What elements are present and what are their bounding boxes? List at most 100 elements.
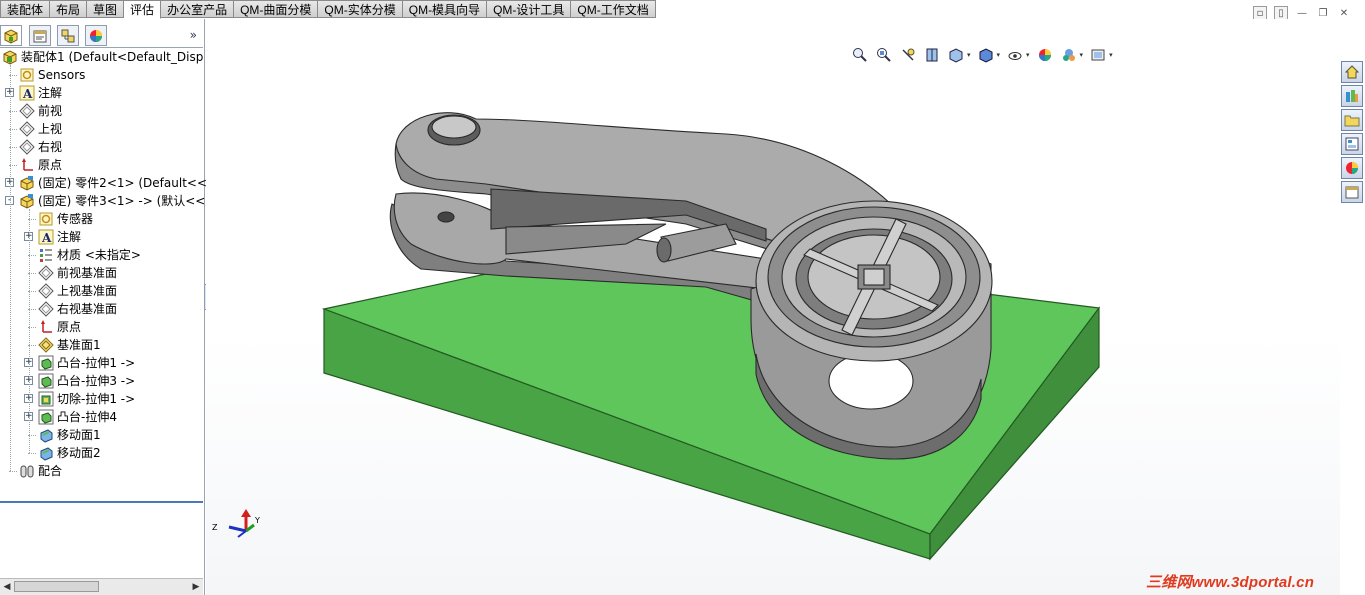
tab-3[interactable]: 评估 [124,0,162,19]
tab-4[interactable]: 办公室产品 [161,0,235,18]
tree-item[interactable]: 基准面1 [0,336,203,354]
restore-viewport-icon[interactable]: ▫ [1253,6,1267,20]
tree-item-label: 原点 [38,158,63,172]
scroll-right-icon[interactable]: ▶ [190,581,202,593]
restore-window-icon[interactable]: ❐ [1316,6,1330,20]
tree-item[interactable]: 配合 [0,462,203,480]
design-library-icon[interactable] [1341,85,1363,107]
tree-item[interactable]: + (固定) 零件2<1> (Default<<D [0,174,216,192]
zoom-to-fit-icon[interactable] [851,46,869,64]
tab-2[interactable]: 草图 [87,0,125,18]
view-palette-icon[interactable] [1341,133,1363,155]
dropdown-arrow-icon[interactable]: ▾ [1026,51,1030,59]
tree-item-label: 凸台-拉伸1 -> [57,356,136,370]
view-settings-icon[interactable] [1089,46,1107,64]
tree-item-label: 原点 [57,320,82,334]
tree-item[interactable]: 上视基准面 [0,282,203,300]
tile-viewport-icon[interactable]: ▯ [1274,6,1288,20]
mates-icon [19,463,35,479]
dropdown-arrow-icon[interactable]: ▾ [967,51,971,59]
propertymanager-tab[interactable] [29,25,51,46]
part-icon [19,175,35,191]
view-orientation-icon[interactable] [947,46,965,64]
solidworks-resources-icon[interactable] [1341,61,1363,83]
appearance-icon [90,29,102,42]
tree-item[interactable]: 前视基准面 [0,264,203,282]
tree-item-label: (固定) 零件2<1> (Default<<D [38,176,217,190]
scroll-left-icon[interactable]: ◀ [1,581,13,593]
cut-extrude-icon [38,391,54,407]
tree-item-label: 配合 [38,464,63,478]
section-view-icon[interactable] [923,46,941,64]
tab-1[interactable]: 布局 [50,0,88,18]
tree-item[interactable]: + A 注解 [0,228,203,246]
tree-item[interactable]: 移动面2 [0,444,203,462]
tab-5[interactable]: QM-曲面分模 [234,0,319,18]
tree-item[interactable]: 移动面1 [0,426,203,444]
propertymanager-icon [33,30,47,42]
tab-6[interactable]: QM-实体分模 [318,0,403,18]
plane-icon [38,265,54,281]
tree-item[interactable]: + 切除-拉伸1 -> [0,390,203,408]
tab-7[interactable]: QM-模具向导 [402,0,488,18]
tree-item[interactable]: - (固定) 零件3<1> -> (默认<<默 [0,192,217,210]
minimize-icon[interactable]: — [1295,6,1309,20]
appearance-tab[interactable] [85,25,107,46]
triad-z-label: Z [212,523,218,532]
tree-item[interactable]: 前视 [0,102,203,120]
tree-item-label: 注解 [57,230,82,244]
svg-text:A: A [41,231,52,245]
tree-item-label: Sensors [38,68,86,82]
file-explorer-icon[interactable] [1341,109,1363,131]
tree-item-label: 注解 [38,86,63,100]
featuremanager-tab[interactable] [0,25,22,46]
tree-item[interactable]: + 凸台-拉伸4 [0,408,203,426]
tree-item[interactable]: 装配体1 (Default<Default_Disp [0,48,203,66]
plane-icon [38,283,54,299]
custom-properties-icon[interactable] [1341,181,1363,203]
more-tabs-icon[interactable]: » [190,28,197,42]
dropdown-arrow-icon[interactable]: ▾ [1109,51,1113,59]
origin-icon [19,157,35,173]
previous-view-icon[interactable] [899,46,917,64]
tab-9[interactable]: QM-工作文档 [571,0,656,18]
tree-connector [29,209,30,453]
tree-item[interactable]: + A 注解 [0,84,203,102]
zoom-to-area-icon[interactable] [875,46,893,64]
move-face-icon [38,445,54,461]
tab-8[interactable]: QM-设计工具 [487,0,572,18]
tree-item[interactable]: 传感器 [0,210,203,228]
tree-item[interactable]: + 凸台-拉伸1 -> [0,354,203,372]
tree-item-label: 传感器 [57,212,94,226]
hide-show-items-icon[interactable] [1006,46,1024,64]
tree-item[interactable]: + 凸台-拉伸3 -> [0,372,203,390]
display-style-icon[interactable] [977,46,995,64]
tree-connector [9,471,17,472]
tree-item[interactable]: 原点 [0,318,203,336]
dropdown-arrow-icon[interactable]: ▾ [997,51,1001,59]
task-pane-tabs [1341,61,1363,205]
tree-item[interactable]: 原点 [0,156,203,174]
scroll-thumb[interactable] [14,581,99,592]
graphics-area[interactable]: Y Z ▾ ▾ ▾ ▾ ▾ [206,19,1340,595]
tree-item[interactable]: 右视 [0,138,203,156]
tree-item-label: 上视 [38,122,63,136]
edit-appearance-icon[interactable] [1036,46,1054,64]
tree-item[interactable]: 上视 [0,120,203,138]
tree-item-label: (固定) 零件3<1> -> (默认<<默 [38,194,218,208]
tab-0[interactable]: 装配体 [0,0,51,18]
tree-item[interactable]: 右视基准面 [0,300,203,318]
close-icon[interactable]: ✕ [1337,6,1351,20]
horizontal-scrollbar[interactable]: ◀ ▶ [0,578,203,595]
appearances-scenes-icon[interactable] [1341,157,1363,179]
dropdown-arrow-icon[interactable]: ▾ [1080,51,1084,59]
tree-item-label: 基准面1 [57,338,101,352]
command-manager-tabs: 装配体 布局 草图 评估 办公室产品 QM-曲面分模 QM-实体分模 QM-模具向导 QM-设计… [0,0,656,19]
boss-extrude-icon [38,409,54,425]
tree-item-label: 上视基准面 [57,284,118,298]
tree-item[interactable]: Sensors [0,66,203,84]
tree-item[interactable]: 材质 <未指定> [0,246,203,264]
model-canvas[interactable]: Y Z [206,19,1340,595]
configurationmanager-tab[interactable] [57,25,79,46]
apply-scene-icon[interactable] [1060,46,1078,64]
